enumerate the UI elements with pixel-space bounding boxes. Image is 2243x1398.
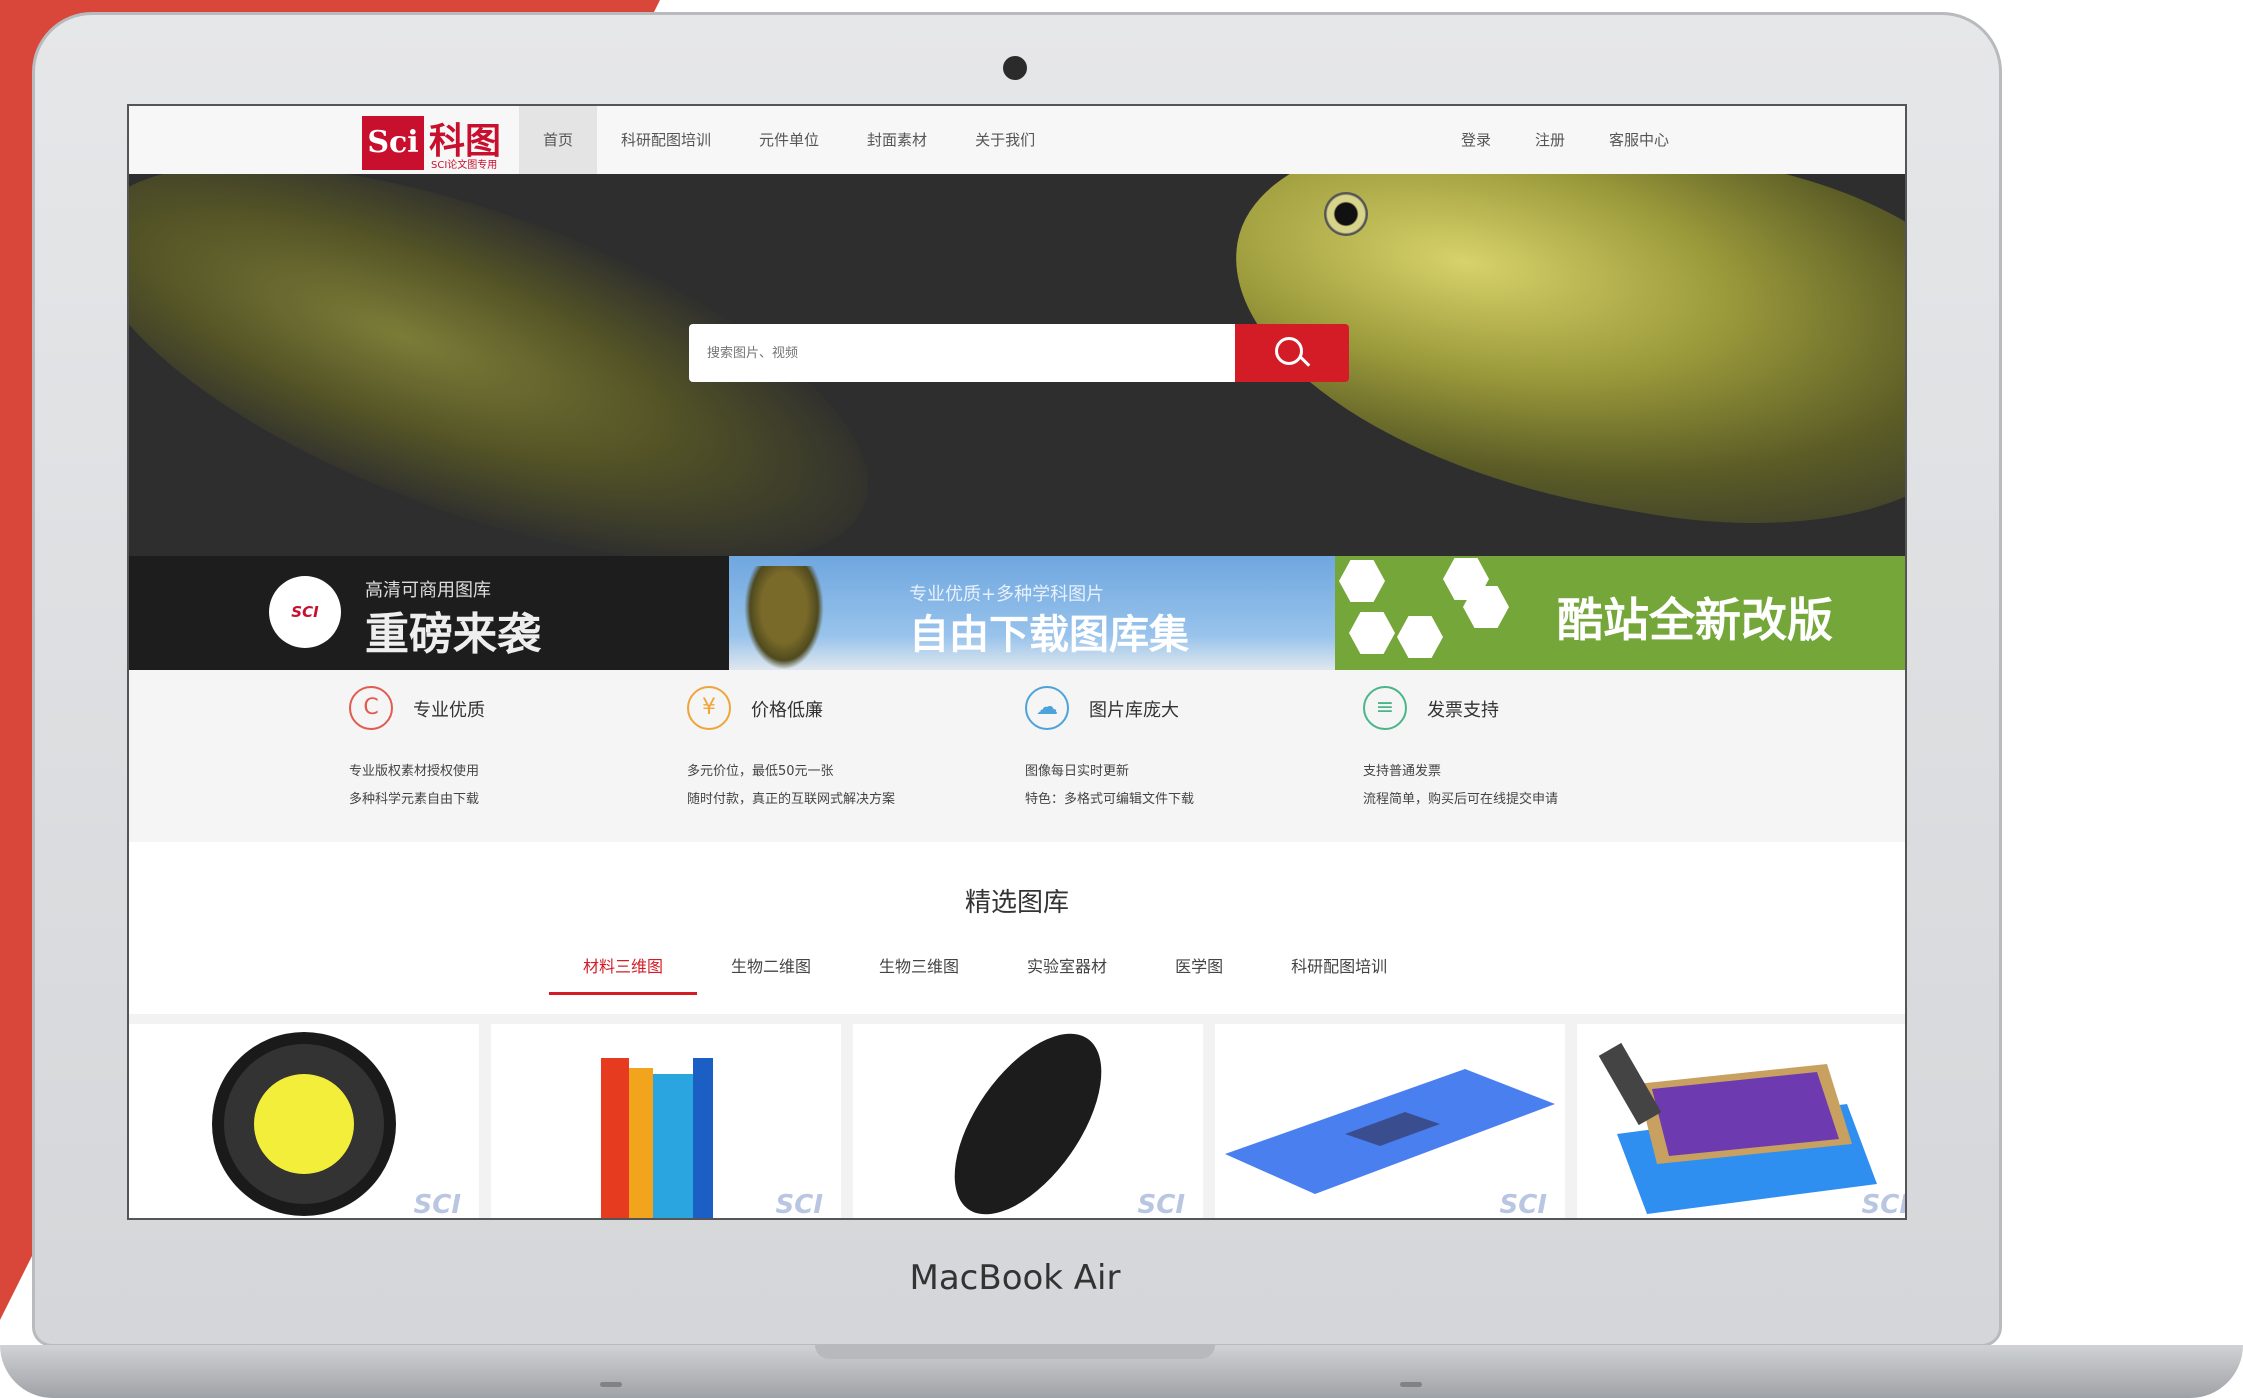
promo-title: 自由下载图库集 <box>909 612 1189 658</box>
search-input[interactable] <box>689 324 1235 382</box>
feature-line: 专业版权素材授权使用 <box>349 764 480 779</box>
register-link[interactable]: 注册 <box>1513 106 1587 174</box>
feature-strip: C 专业优质 专业版权素材授权使用 多种科学元素自由下载 ¥ 价格低廉 多元价位… <box>129 670 1905 842</box>
promo-title: 酷站全新改版 <box>1557 593 1833 647</box>
search-icon <box>1275 337 1303 365</box>
feature-line: 流程简单，购买后可在线提交申请 <box>1363 792 1559 807</box>
feature-title: 发票支持 <box>1427 700 1499 721</box>
cloud-icon: ☁ <box>1025 686 1069 730</box>
yen-icon: ¥ <box>687 686 731 730</box>
feature-title: 价格低廉 <box>751 700 823 721</box>
hexagon-shape <box>1349 612 1395 654</box>
logo-mark[interactable]: Sci <box>362 116 424 170</box>
feature-line: 图像每日实时更新 <box>1025 764 1130 779</box>
tab-bio-2d[interactable]: 生物二维图 <box>697 942 845 992</box>
camera-icon <box>1003 56 1027 80</box>
search-bar <box>689 324 1349 382</box>
tab-training[interactable]: 科研配图培训 <box>1257 942 1421 992</box>
thumbnail-card[interactable]: SCI <box>129 1024 479 1220</box>
thumbnail-card[interactable]: SCI <box>1577 1024 1907 1220</box>
nav-components[interactable]: 元件单位 <box>735 106 843 174</box>
promo-banner-redesign[interactable]: 酷站全新改版 <box>1335 556 1905 670</box>
screen-printing-image <box>1598 1042 1877 1214</box>
main-nav: 首页 科研配图培训 元件单位 封面素材 关于我们 <box>519 106 1059 174</box>
watermark: SCI <box>775 1190 823 1220</box>
thumbnail-card[interactable]: SCI <box>491 1024 841 1220</box>
watermark: SCI <box>1861 1190 1907 1220</box>
hexagon-shape <box>1397 616 1443 658</box>
gallery-tabs: 材料三维图 生物二维图 生物三维图 实验室器材 医学图 科研配图培训 <box>549 942 1421 998</box>
feature-line: 特色：多格式可编辑文件下载 <box>1025 792 1195 807</box>
promo-banner-download[interactable]: 专业优质+多种学科图片 自由下载图库集 <box>729 556 1335 670</box>
nav-home[interactable]: 首页 <box>519 106 598 174</box>
feature-line: 多种科学元素自由下载 <box>349 792 480 807</box>
invoice-icon: ≡ <box>1363 686 1407 730</box>
feature-line: 随时付款，真正的互联网式解决方案 <box>687 792 896 807</box>
feature-line: 支持普通发票 <box>1363 764 1442 779</box>
nav-cover-materials[interactable]: 封面素材 <box>843 106 951 174</box>
laptop-foot <box>600 1382 622 1387</box>
login-link[interactable]: 登录 <box>1439 106 1513 174</box>
site-header: Sci 科图 SCI论文图专用 首页 科研配图培训 元件单位 封面素材 关于我们… <box>129 106 1905 175</box>
laptop-notch <box>815 1345 1215 1359</box>
feature-title: 图片库庞大 <box>1089 700 1179 721</box>
thumbnail-card[interactable]: SCI <box>1215 1024 1565 1220</box>
tab-bio-3d[interactable]: 生物三维图 <box>845 942 993 992</box>
search-button[interactable] <box>1235 324 1349 382</box>
feature-line: 多元价位，最低50元一张 <box>687 764 834 779</box>
promo-banners: SCI 高清可商用图库 重磅来袭 专业优质+多种学科图片 自由下载图库集 酷站全… <box>129 556 1905 670</box>
laptop-foot <box>1400 1382 1422 1387</box>
hexagon-shape <box>1339 560 1385 602</box>
nav-training[interactable]: 科研配图培训 <box>597 106 735 174</box>
copyright-icon: C <box>349 686 393 730</box>
promo-banner-library[interactable]: SCI 高清可商用图库 重磅来袭 <box>129 556 729 670</box>
tree-image <box>744 566 824 670</box>
gallery-title: 精选图库 <box>964 888 1069 918</box>
tab-medical[interactable]: 医学图 <box>1141 942 1257 992</box>
laptop-brand-label: MacBook Air <box>909 1258 1121 1298</box>
tab-lab-equipment[interactable]: 实验室器材 <box>993 942 1141 992</box>
search-icon-handle <box>1299 356 1311 367</box>
user-nav: 登录 注册 客服中心 <box>1439 106 1691 174</box>
thumbnail-card[interactable]: SCI <box>853 1024 1203 1220</box>
logo-subtitle: SCI论文图专用 <box>431 160 498 171</box>
nav-about[interactable]: 关于我们 <box>951 106 1059 174</box>
thumbnail-row: SCI SCI SCI SCI SCI <box>129 1014 1907 1220</box>
watermark: SCI <box>413 1190 461 1220</box>
sci-badge: SCI <box>269 576 341 648</box>
watermark: SCI <box>1137 1190 1185 1220</box>
promo-title: 重磅来袭 <box>365 609 541 660</box>
hero-banner <box>129 174 1905 556</box>
tab-materials-3d[interactable]: 材料三维图 <box>549 942 698 995</box>
watermark: SCI <box>1499 1190 1547 1220</box>
browser-screen: Sci 科图 SCI论文图专用 首页 科研配图培训 元件单位 封面素材 关于我们… <box>127 104 1907 1220</box>
support-link[interactable]: 客服中心 <box>1587 106 1691 174</box>
feature-title: 专业优质 <box>413 700 485 721</box>
tadpole-eye <box>1324 192 1368 236</box>
